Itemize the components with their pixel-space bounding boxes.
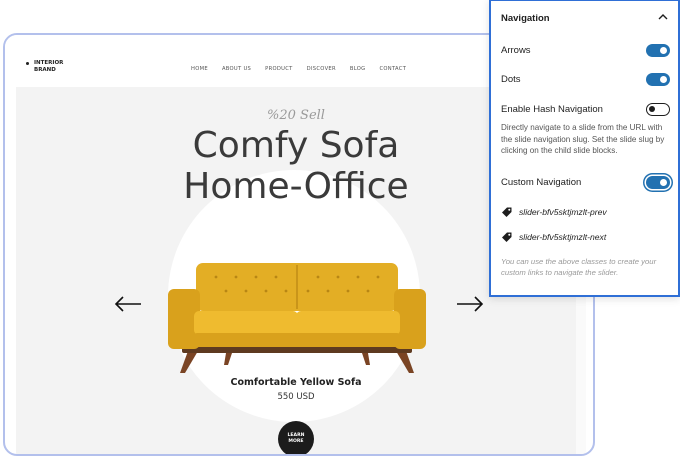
main-nav: HOME ABOUT US PRODUCT DISCOVER BLOG CONT… bbox=[191, 66, 420, 72]
arrows-toggle[interactable] bbox=[646, 44, 670, 57]
hash-navigation-toggle[interactable] bbox=[646, 103, 670, 116]
logo-dot-icon bbox=[26, 62, 29, 65]
hash-navigation-label: Enable Hash Navigation bbox=[501, 104, 603, 115]
hash-navigation-help: Directly navigate to a slide from the UR… bbox=[501, 123, 665, 156]
navigation-settings-panel: Navigation Arrows Dots Enable Hash Navig… bbox=[489, 0, 680, 297]
dots-label: Dots bbox=[501, 74, 521, 85]
slider-prev-arrow-icon[interactable] bbox=[114, 295, 142, 313]
nav-about-us[interactable]: ABOUT US bbox=[222, 66, 251, 72]
custom-navigation-help: You can use the above classes to create … bbox=[501, 257, 657, 277]
nav-contact[interactable]: CONTACT bbox=[380, 66, 407, 72]
nav-discover[interactable]: DISCOVER bbox=[307, 66, 336, 72]
tag-icon bbox=[502, 207, 512, 217]
slider-next-arrow-icon[interactable] bbox=[456, 295, 484, 313]
next-class-row[interactable]: slider-bfv5sktjmzlt-next bbox=[501, 231, 606, 243]
chevron-up-icon[interactable] bbox=[658, 13, 668, 21]
yellow-sofa-image bbox=[168, 263, 426, 373]
next-class-name: slider-bfv5sktjmzlt-next bbox=[519, 232, 607, 242]
panel-title: Navigation bbox=[501, 13, 550, 24]
nav-blog[interactable]: BLOG bbox=[350, 66, 366, 72]
nav-product[interactable]: PRODUCT bbox=[265, 66, 293, 72]
prev-class-name: slider-bfv5sktjmzlt-prev bbox=[519, 207, 607, 217]
prev-class-row[interactable]: slider-bfv5sktjmzlt-prev bbox=[501, 206, 607, 218]
logo-line-2: BRAND bbox=[34, 66, 56, 73]
custom-navigation-label: Custom Navigation bbox=[501, 177, 582, 188]
tag-icon bbox=[502, 232, 512, 242]
dots-toggle[interactable] bbox=[646, 73, 670, 86]
learn-more-button[interactable]: LEARN MORE bbox=[278, 421, 314, 454]
custom-navigation-toggle[interactable] bbox=[646, 176, 670, 189]
brand-logo[interactable]: INTERIOR BRAND bbox=[26, 60, 63, 73]
arrows-label: Arrows bbox=[501, 45, 531, 56]
nav-home[interactable]: HOME bbox=[191, 66, 208, 72]
product-name: Comfortable Yellow Sofa bbox=[230, 377, 362, 388]
product-price: 550 USD bbox=[277, 392, 315, 402]
